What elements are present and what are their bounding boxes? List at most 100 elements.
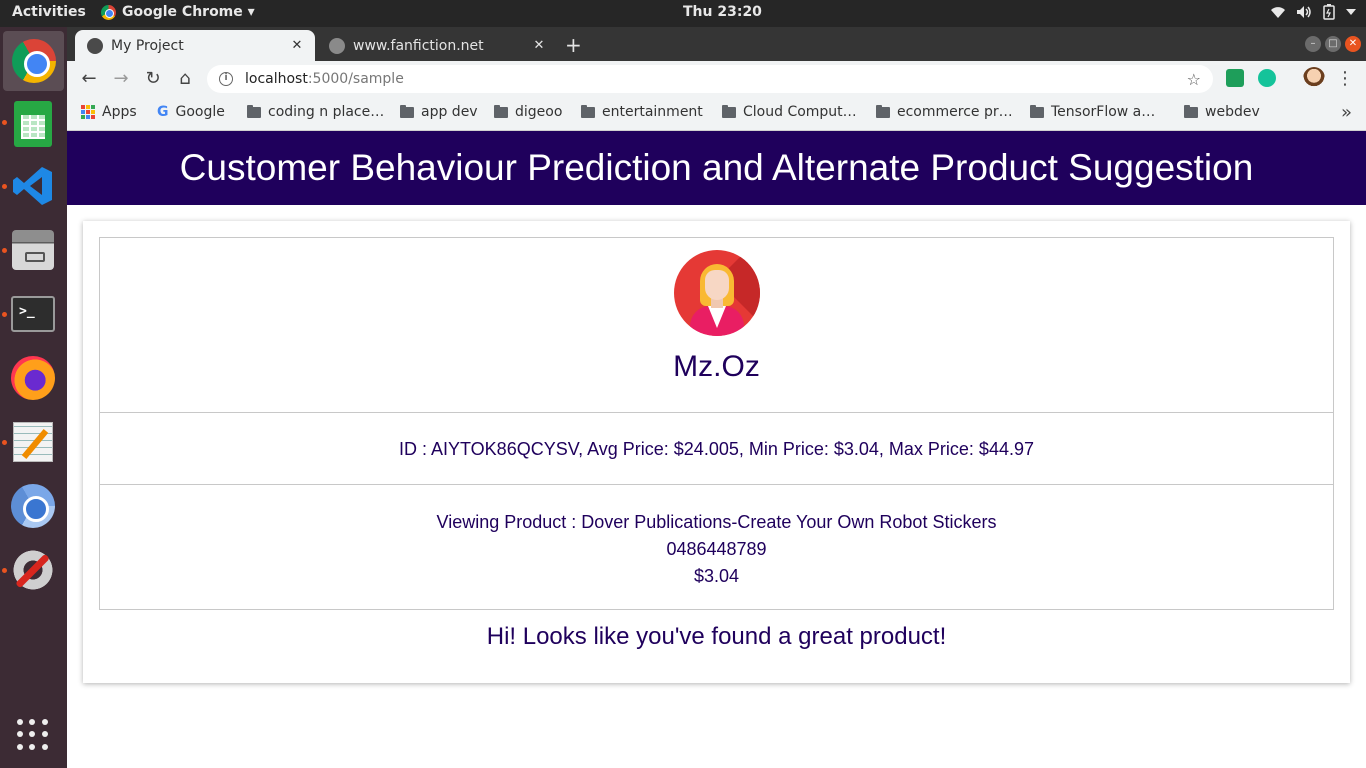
running-indicator bbox=[2, 184, 7, 189]
folder-icon bbox=[494, 104, 508, 118]
running-indicator bbox=[2, 312, 7, 317]
more-bookmarks-button[interactable]: » bbox=[1341, 102, 1352, 123]
battery-icon bbox=[1323, 4, 1335, 20]
bookmark-label: TensorFlow a… bbox=[1051, 104, 1156, 120]
dock-item-chrome[interactable] bbox=[3, 31, 64, 91]
bookmark-label: entertainment bbox=[602, 104, 703, 120]
running-indicator bbox=[2, 440, 7, 445]
url-path: :5000/sample bbox=[307, 71, 404, 87]
dock-item-terminal[interactable]: >_ bbox=[8, 289, 58, 339]
bookmark-label: coding n place… bbox=[268, 104, 385, 120]
bookmark-apps[interactable]: Apps bbox=[81, 104, 137, 120]
bookmark-folder[interactable]: app dev bbox=[400, 104, 478, 120]
menu-icon[interactable]: ⋮ bbox=[1333, 67, 1357, 91]
dock-item-calc[interactable] bbox=[8, 99, 58, 149]
apps-grid-icon bbox=[81, 105, 95, 119]
address-bar[interactable]: i localhost:5000/sample ☆ bbox=[207, 65, 1213, 93]
bookmark-folder[interactable]: Cloud Comput… bbox=[722, 104, 857, 120]
bookmark-folder[interactable]: coding n place… bbox=[247, 104, 384, 120]
profile-avatar[interactable] bbox=[1303, 67, 1325, 89]
bookmark-folder[interactable]: webdev bbox=[1184, 104, 1260, 120]
system-tools-icon bbox=[11, 548, 55, 592]
clock[interactable]: Thu 23:20 bbox=[683, 4, 762, 20]
page-title: Customer Behaviour Prediction and Altern… bbox=[67, 131, 1366, 205]
home-button[interactable]: ⌂ bbox=[173, 67, 197, 91]
bookmark-label: Apps bbox=[102, 104, 137, 120]
minimize-button[interactable]: – bbox=[1305, 36, 1321, 52]
folder-icon bbox=[876, 104, 890, 118]
chrome-icon bbox=[101, 4, 116, 20]
viewing-product-row: Viewing Product : Dover Publications-Cre… bbox=[100, 485, 1333, 609]
chromium-icon bbox=[11, 484, 55, 528]
bookmark-google[interactable]: G Google bbox=[157, 104, 225, 120]
chrome-icon bbox=[11, 39, 56, 83]
globe-icon bbox=[329, 37, 345, 54]
bookmark-label: digeoo bbox=[515, 104, 563, 120]
bookmark-label: ecommerce pr… bbox=[897, 104, 1013, 120]
terminal-icon: >_ bbox=[11, 296, 55, 332]
globe-icon bbox=[87, 37, 103, 54]
bookmark-folder[interactable]: entertainment bbox=[581, 104, 703, 120]
extension-icon[interactable] bbox=[1226, 69, 1244, 87]
tab-title: My Project bbox=[111, 37, 184, 54]
product-id: 0486448789 bbox=[666, 539, 767, 559]
vscode-icon bbox=[13, 167, 52, 205]
tab-fanfiction[interactable]: www.fanfiction.net ✕ bbox=[317, 30, 557, 61]
grammarly-icon[interactable] bbox=[1258, 69, 1276, 87]
dock-item-system-tools[interactable] bbox=[8, 545, 58, 595]
close-tab-icon[interactable]: ✕ bbox=[531, 38, 547, 53]
bookmark-label: Google bbox=[175, 104, 225, 120]
close-tab-icon[interactable]: ✕ bbox=[289, 38, 305, 53]
text-editor-icon bbox=[13, 422, 53, 462]
running-indicator bbox=[2, 568, 7, 573]
user-name: Mz.Oz bbox=[673, 350, 760, 383]
dock-item-text-editor[interactable] bbox=[8, 417, 58, 467]
site-info-icon[interactable]: i bbox=[219, 72, 233, 86]
libreoffice-calc-icon bbox=[14, 101, 52, 147]
bookmark-folder[interactable]: digeoo bbox=[494, 104, 562, 120]
files-icon bbox=[12, 230, 54, 270]
browser-window: My Project ✕ www.fanfiction.net ✕ + – □ … bbox=[67, 27, 1366, 131]
tab-title: www.fanfiction.net bbox=[353, 37, 484, 54]
dock-item-firefox[interactable] bbox=[8, 353, 58, 403]
bookmarks-bar: Apps G Google coding n place… app dev di… bbox=[67, 96, 1366, 131]
system-top-bar: Activities Google Chrome ▾ Thu 23:20 bbox=[0, 0, 1366, 27]
show-applications-button[interactable] bbox=[8, 710, 58, 760]
bookmark-folder[interactable]: TensorFlow a… bbox=[1030, 104, 1155, 120]
bookmark-folder[interactable]: ecommerce pr… bbox=[876, 104, 1013, 120]
bookmark-label: app dev bbox=[421, 104, 478, 120]
close-window-button[interactable]: ✕ bbox=[1345, 36, 1361, 52]
suggestion-message: Hi! Looks like you've found a great prod… bbox=[486, 623, 947, 650]
activities-button[interactable]: Activities bbox=[12, 4, 86, 20]
browser-toolbar: ← → ↻ ⌂ i localhost:5000/sample ☆ ⋮ bbox=[67, 61, 1366, 96]
new-tab-button[interactable]: + bbox=[565, 33, 582, 57]
show-applications-icon bbox=[17, 719, 49, 751]
web-page: Customer Behaviour Prediction and Altern… bbox=[67, 131, 1366, 768]
dock-item-files[interactable] bbox=[8, 225, 58, 275]
customer-stats: ID : AIYTOK86QCYSV, Avg Price: $24.005, … bbox=[100, 413, 1333, 485]
app-menu-label: Google Chrome ▾ bbox=[122, 4, 255, 20]
system-tray[interactable] bbox=[1270, 4, 1356, 20]
dock: >_ bbox=[0, 27, 67, 768]
maximize-button[interactable]: □ bbox=[1325, 36, 1341, 52]
bookmark-star-icon[interactable]: ☆ bbox=[1187, 70, 1201, 89]
running-indicator bbox=[2, 248, 7, 253]
google-icon: G bbox=[157, 104, 169, 120]
customer-card: Mz.Oz ID : AIYTOK86QCYSV, Avg Price: $24… bbox=[83, 221, 1350, 683]
dock-item-vscode[interactable] bbox=[8, 161, 58, 211]
folder-icon bbox=[1184, 104, 1198, 118]
folder-icon bbox=[400, 104, 414, 118]
customer-info-table: Mz.Oz ID : AIYTOK86QCYSV, Avg Price: $24… bbox=[99, 237, 1334, 610]
dock-item-chromium[interactable] bbox=[8, 481, 58, 531]
tab-strip: My Project ✕ www.fanfiction.net ✕ + – □ … bbox=[67, 27, 1366, 61]
forward-button[interactable]: → bbox=[109, 67, 133, 91]
reload-button[interactable]: ↻ bbox=[141, 67, 165, 91]
folder-icon bbox=[1030, 104, 1044, 118]
back-button[interactable]: ← bbox=[77, 67, 101, 91]
app-menu[interactable]: Google Chrome ▾ bbox=[101, 4, 255, 20]
profile-row: Mz.Oz bbox=[100, 238, 1333, 413]
tab-my-project[interactable]: My Project ✕ bbox=[75, 30, 315, 61]
bookmark-label: Cloud Comput… bbox=[743, 104, 857, 120]
folder-icon bbox=[581, 104, 595, 118]
folder-icon bbox=[247, 104, 261, 118]
